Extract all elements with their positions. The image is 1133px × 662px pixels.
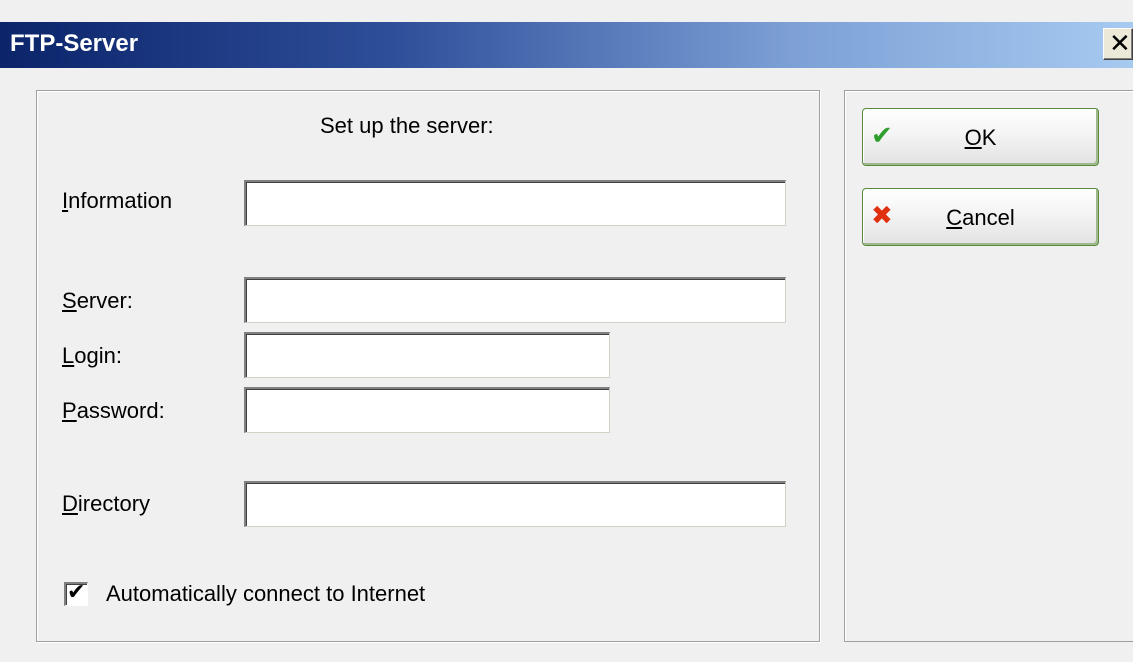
close-button[interactable]: ✕ bbox=[1103, 28, 1133, 60]
ok-button[interactable]: ✔ OK bbox=[862, 108, 1099, 166]
ok-button-label: OK bbox=[964, 125, 997, 150]
close-icon: ✕ bbox=[1109, 29, 1131, 59]
password-label: Password: bbox=[62, 398, 165, 423]
server-field[interactable] bbox=[244, 277, 786, 323]
form-heading: Set up the server: bbox=[320, 113, 494, 138]
checkmark-icon: ✔ bbox=[67, 580, 86, 605]
title-bar[interactable]: FTP-Server ✕ bbox=[0, 22, 1133, 68]
information-field[interactable] bbox=[244, 180, 786, 226]
directory-label: Directory bbox=[62, 491, 151, 516]
server-label: Server: bbox=[62, 288, 133, 313]
window-title: FTP-Server bbox=[10, 30, 139, 57]
ftp-server-dialog: FTP-Server ✕ Set up the server: Informat… bbox=[0, 0, 1133, 662]
information-label: Information bbox=[62, 188, 173, 213]
directory-field[interactable] bbox=[244, 481, 786, 527]
login-label: Login: bbox=[62, 343, 122, 368]
login-field[interactable] bbox=[244, 332, 610, 378]
auto-connect-label[interactable]: Automatically connect to Internet bbox=[106, 581, 425, 607]
auto-connect-checkbox[interactable]: ✔ bbox=[64, 580, 88, 606]
cancel-button-label: Cancel bbox=[946, 205, 1015, 230]
password-field[interactable] bbox=[244, 387, 610, 433]
cancel-button[interactable]: ✖ Cancel bbox=[862, 188, 1099, 246]
actions-group bbox=[844, 90, 1133, 642]
